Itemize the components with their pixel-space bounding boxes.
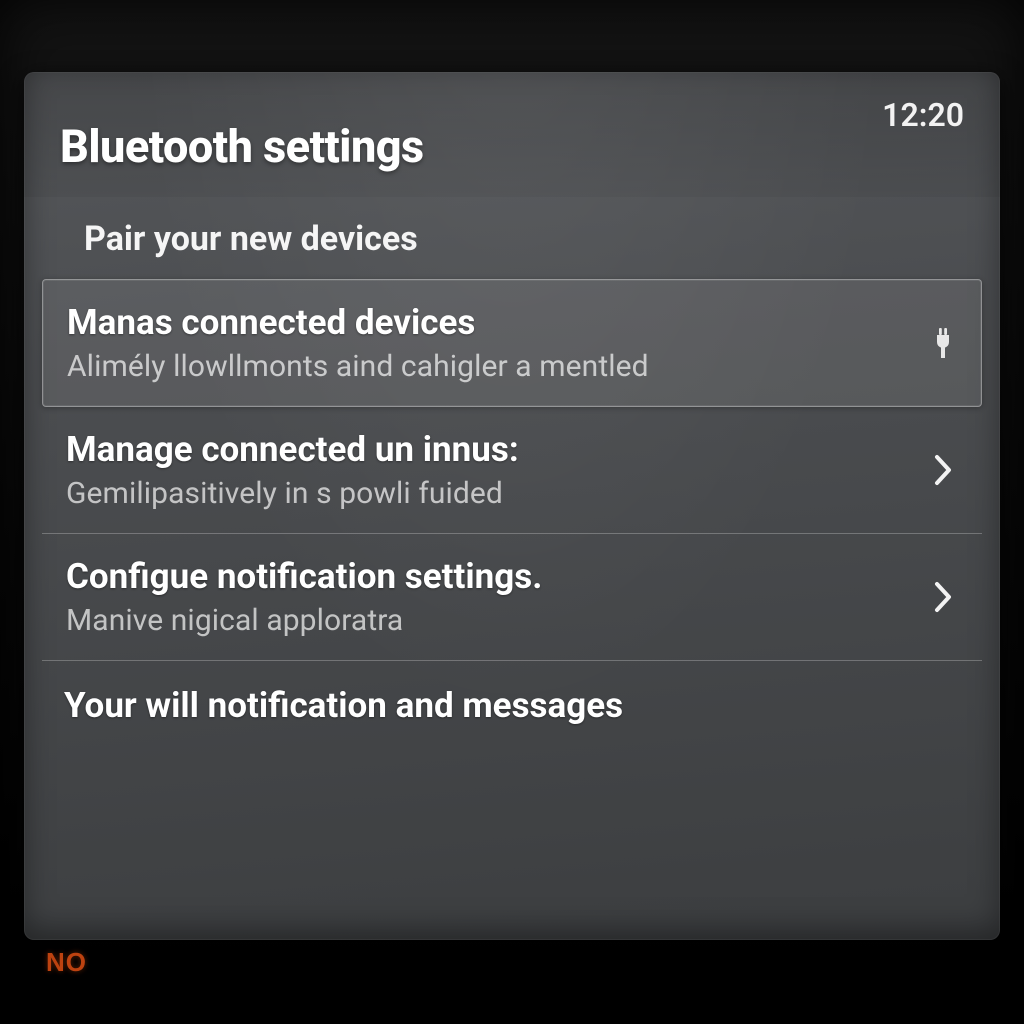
header-bar: Bluetooth settings 12:20 <box>24 72 1000 197</box>
clock: 12:20 <box>882 96 964 134</box>
plug-icon <box>933 328 953 358</box>
item-manage-connected[interactable]: Manage connected un innus: Gemilipasitiv… <box>42 407 982 534</box>
settings-list: Manas connected devices Alimély llowllmo… <box>24 279 1000 738</box>
item-notification-settings[interactable]: Configue notification settings. Manive n… <box>42 534 982 661</box>
bezel-label: NO <box>24 940 1000 964</box>
item-connected-devices[interactable]: Manas connected devices Alimély llowllmo… <box>42 279 982 407</box>
footer-note: Your will notification and messages <box>42 661 982 738</box>
chevron-right-icon <box>932 453 954 487</box>
page-title: Bluetooth settings <box>60 120 882 173</box>
screen: Bluetooth settings 12:20 Pair your new d… <box>24 72 1000 940</box>
chevron-right-icon <box>932 580 954 614</box>
bezel-label-text: NO <box>46 947 87 978</box>
item-subtitle: Gemilipasitively in s powli fuided <box>66 476 892 511</box>
device-bezel: Bluetooth settings 12:20 Pair your new d… <box>0 0 1024 1024</box>
section-label: Pair your new devices <box>24 197 1000 279</box>
item-subtitle: Alimély llowllmonts aind cahigler a ment… <box>67 349 891 384</box>
item-title: Manas connected devices <box>67 302 891 343</box>
item-subtitle: Manive nigical apploratra <box>66 603 892 638</box>
item-title: Configue notification settings. <box>66 556 892 597</box>
item-title: Manage connected un innus: <box>66 429 892 470</box>
